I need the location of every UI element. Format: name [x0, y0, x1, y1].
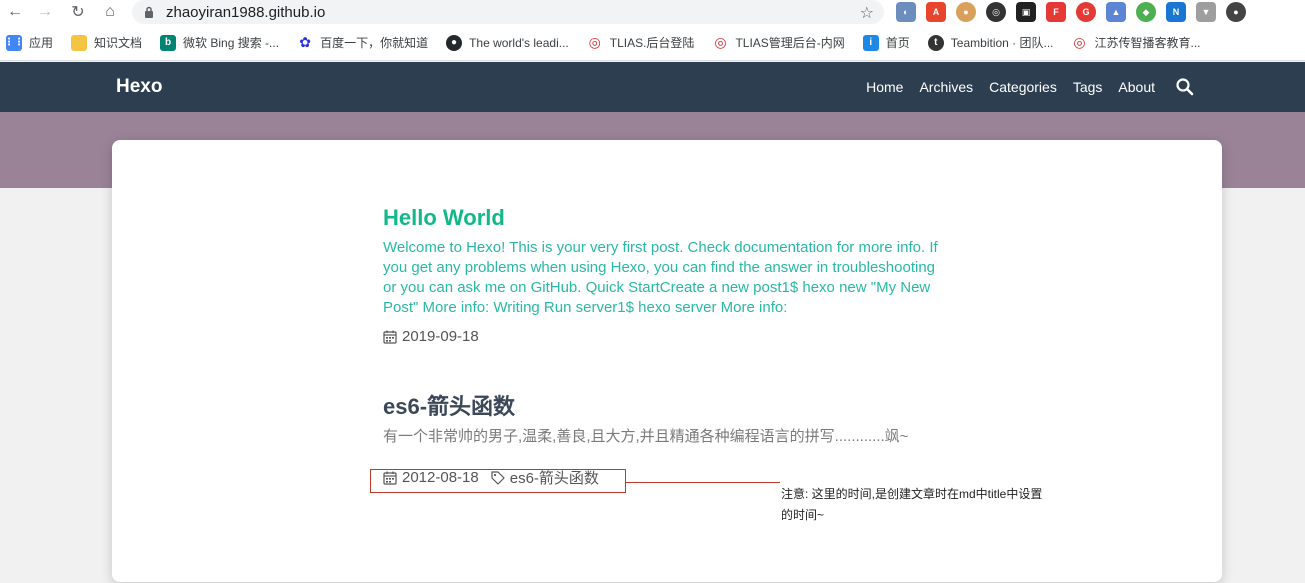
- tlias-icon: ◎: [588, 34, 601, 50]
- extension-icon[interactable]: A: [926, 2, 946, 22]
- info-icon: i: [862, 34, 879, 51]
- extension-icon[interactable]: ▼: [1196, 2, 1216, 22]
- bookmark-label: TLIAS.后台登陆: [609, 36, 695, 50]
- tlias-icon: ◎: [714, 34, 727, 50]
- bookmark-label: TLIAS管理后台-内网: [735, 36, 845, 50]
- bookmark-item[interactable]: ◎ 江苏传智播客教育...: [1072, 34, 1201, 51]
- browser-toolbar: ← → ↻ ⌂ zhaoyiran1988.github.io ☆ ◐ A ● …: [0, 0, 1305, 25]
- bookmark-item[interactable]: ● The world's leadi...: [446, 34, 569, 51]
- post-excerpt[interactable]: Welcome to Hexo! This is your very first…: [383, 238, 943, 318]
- post-title[interactable]: Hello World: [383, 204, 943, 232]
- folder-icon: [71, 34, 88, 51]
- extension-icon[interactable]: ●: [1226, 2, 1246, 22]
- post-item: Hello World Welcome to Hexo! This is you…: [383, 204, 943, 345]
- search-icon[interactable]: [1175, 77, 1195, 97]
- bookmark-label: 微软 Bing 搜索 -...: [183, 36, 280, 50]
- address-bar[interactable]: zhaoyiran1988.github.io ☆: [132, 0, 884, 24]
- extensions-row: ◐ A ● ◎ ▣ F G ▲ ◆ N ▼ ●: [896, 2, 1246, 22]
- bookmark-item[interactable]: ✿ 百度一下，你就知道: [297, 34, 428, 51]
- annotation-note: 注意: 这里的时间,是创建文章时在md中title中设置的时间~: [781, 487, 1043, 522]
- site-brand[interactable]: Hexo: [116, 76, 162, 98]
- menu-item-tags[interactable]: Tags: [1073, 79, 1103, 95]
- bookmark-item[interactable]: ◎ TLIAS管理后台-内网: [712, 34, 844, 51]
- bookmark-item[interactable]: i 首页: [862, 34, 910, 51]
- github-icon: ●: [446, 34, 463, 51]
- bookmark-label: 百度一下，你就知道: [320, 36, 429, 50]
- extension-icon[interactable]: ●: [956, 2, 976, 22]
- extension-icon[interactable]: ◎: [986, 2, 1006, 22]
- bookmark-item[interactable]: ⋮⋮ 应用: [4, 34, 54, 51]
- forward-icon[interactable]: →: [34, 1, 56, 23]
- annotation-connector-line: [626, 482, 780, 483]
- post-date: 2019-09-18: [402, 328, 479, 345]
- post-excerpt[interactable]: 有一个非常帅的男子,温柔,善良,且大方,并且精通各种编程语言的拼写.......…: [383, 427, 943, 447]
- lock-icon: [144, 5, 158, 19]
- bing-icon: b: [160, 34, 177, 51]
- bookmark-label: 首页: [885, 36, 910, 50]
- extension-icon[interactable]: ▲: [1106, 2, 1126, 22]
- url-text: zhaoyiran1988.github.io: [166, 3, 326, 21]
- post-meta: 2019-09-18: [383, 328, 943, 345]
- itcast-icon: ◎: [1073, 34, 1086, 50]
- bookmark-star-icon[interactable]: ☆: [860, 3, 874, 23]
- extension-icon[interactable]: ◆: [1136, 2, 1156, 22]
- bookmark-item[interactable]: t Teambition · 团队...: [927, 34, 1054, 51]
- bookmark-label: Teambition · 团队...: [950, 36, 1054, 50]
- teambition-icon: t: [927, 34, 944, 51]
- annotation-highlight-box: [370, 469, 626, 493]
- calendar-icon: [383, 330, 397, 344]
- bookmark-item[interactable]: 知识文档: [71, 34, 142, 51]
- menu-item-about[interactable]: About: [1118, 79, 1155, 95]
- bookmark-item[interactable]: b 微软 Bing 搜索 -...: [160, 34, 279, 51]
- extension-icon[interactable]: ▣: [1016, 2, 1036, 22]
- site-header: Hexo Home Archives Categories Tags About: [0, 62, 1305, 112]
- bookmarks-bar: ⋮⋮ 应用 知识文档 b 微软 Bing 搜索 -... ✿ 百度一下，你就知道 ● The w…: [0, 25, 1305, 61]
- apps-grid-icon: ⋮⋮: [4, 34, 24, 51]
- post-title[interactable]: es6-箭头函数: [383, 393, 943, 421]
- site-menu: Home Archives Categories Tags About: [866, 77, 1195, 97]
- back-icon[interactable]: ←: [4, 1, 26, 23]
- extension-icon[interactable]: G: [1076, 2, 1096, 22]
- reload-icon[interactable]: ↻: [67, 1, 89, 23]
- extension-icon[interactable]: F: [1046, 2, 1066, 22]
- bookmark-label: 知识文档: [94, 36, 143, 50]
- extension-icon[interactable]: ◐: [896, 2, 916, 22]
- home-icon[interactable]: ⌂: [99, 1, 121, 23]
- menu-item-home[interactable]: Home: [866, 79, 903, 95]
- bookmark-label: 应用: [29, 36, 54, 50]
- menu-item-archives[interactable]: Archives: [919, 79, 973, 95]
- bookmark-item[interactable]: ◎ TLIAS.后台登陆: [587, 34, 695, 51]
- menu-item-categories[interactable]: Categories: [989, 79, 1057, 95]
- bookmark-label: The world's leadi...: [469, 35, 569, 50]
- baidu-paw-icon: ✿: [299, 34, 311, 50]
- extension-icon[interactable]: N: [1166, 2, 1186, 22]
- bookmark-label: 江苏传智播客教育...: [1094, 36, 1201, 50]
